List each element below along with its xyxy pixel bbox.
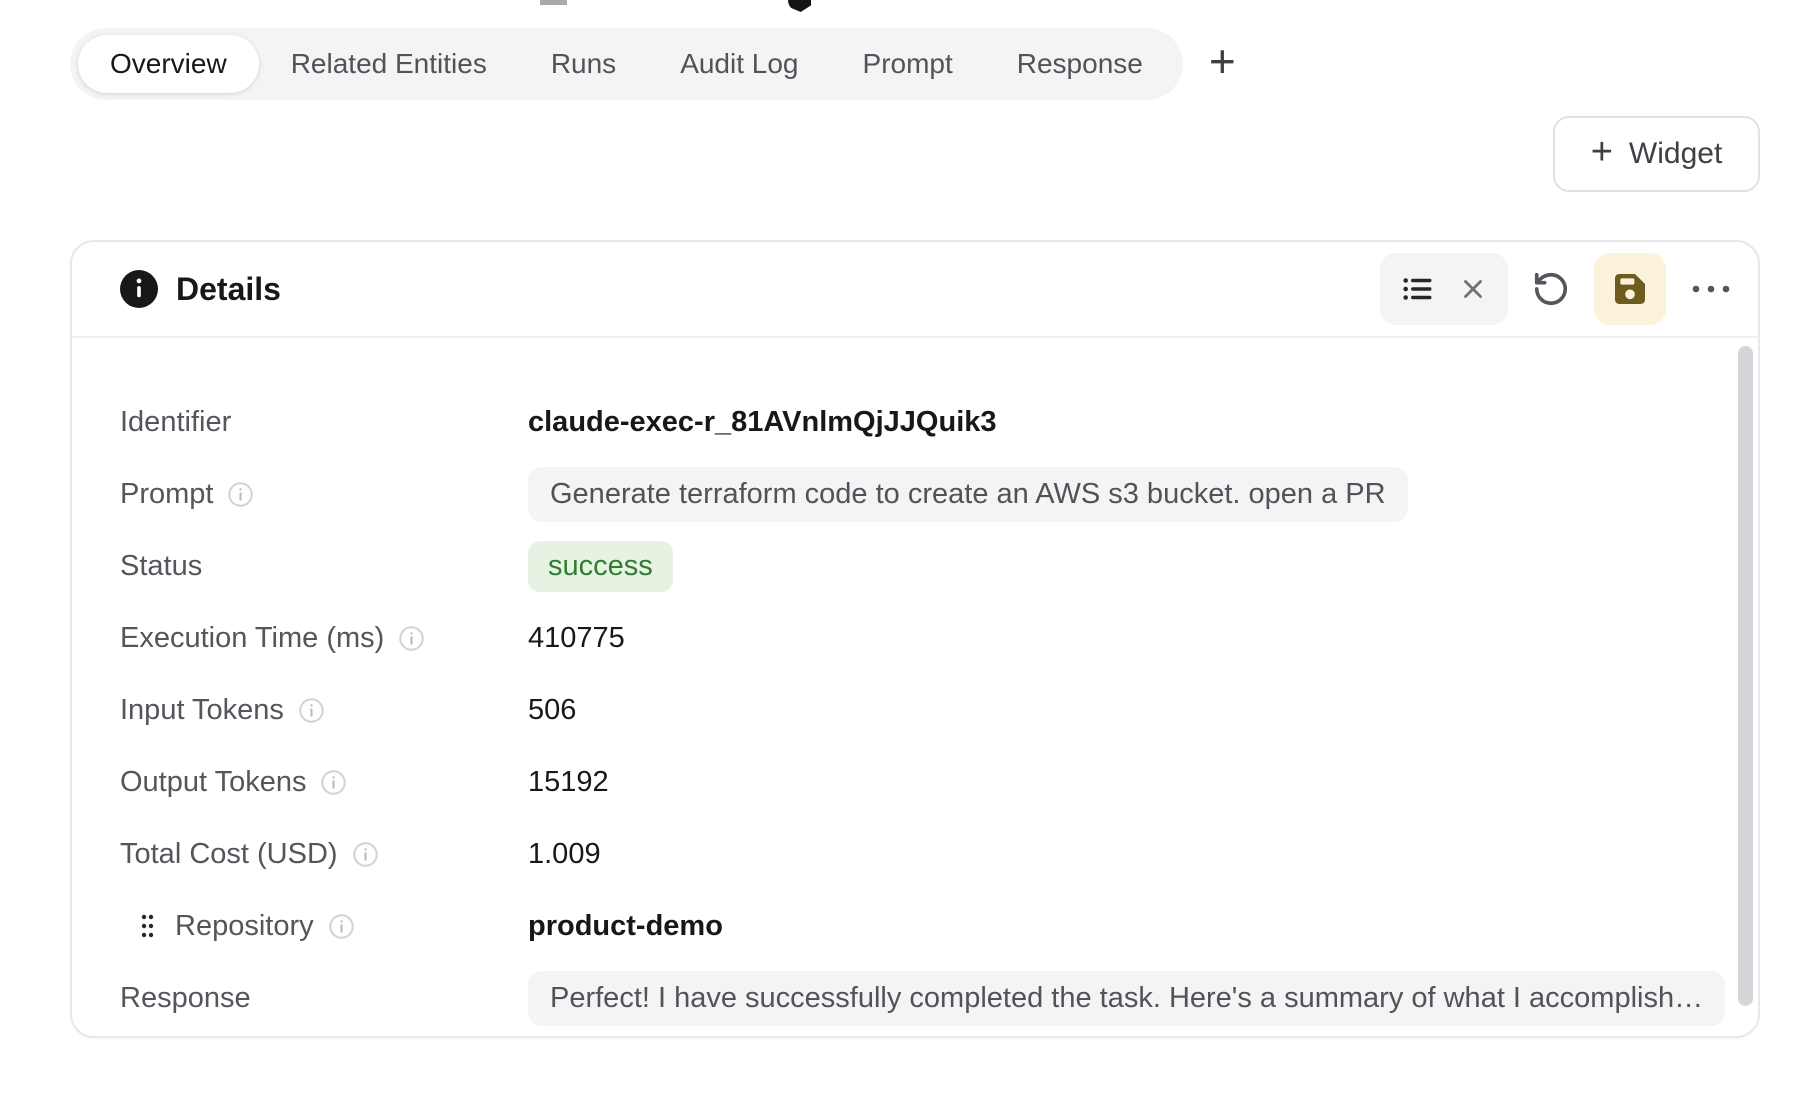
close-icon[interactable] bbox=[1458, 274, 1488, 304]
tab-audit-log[interactable]: Audit Log bbox=[648, 35, 830, 93]
add-tab-button[interactable]: + bbox=[1209, 38, 1236, 90]
info-tooltip-icon[interactable] bbox=[320, 769, 347, 796]
list-icon[interactable] bbox=[1400, 272, 1434, 306]
repository-value: product-demo bbox=[528, 910, 723, 943]
prompt-value: Generate terraform code to create an AWS… bbox=[528, 467, 1408, 522]
tab-bar: Overview Related Entities Runs Audit Log… bbox=[70, 28, 1183, 100]
plus-icon: + bbox=[1591, 133, 1613, 175]
field-label: Input Tokens bbox=[120, 694, 284, 727]
field-label: Output Tokens bbox=[120, 766, 306, 799]
drag-handle-icon[interactable] bbox=[140, 913, 155, 939]
info-tooltip-icon[interactable] bbox=[298, 697, 325, 724]
field-row-output-tokens: Output Tokens 15192 bbox=[120, 746, 1718, 818]
details-field-list: Identifier claude-exec-r_81AVnlmQjJJQuik… bbox=[72, 338, 1758, 1034]
field-row-total-cost: Total Cost (USD) 1.009 bbox=[120, 818, 1718, 890]
cropped-title-fragment bbox=[540, 0, 567, 5]
field-row-response: Response Perfect! I have successfully co… bbox=[120, 962, 1718, 1034]
field-row-execution-time: Execution Time (ms) 410775 bbox=[120, 602, 1718, 674]
undo-rotate-ccw-icon[interactable] bbox=[1532, 270, 1570, 308]
output-tokens-value: 15192 bbox=[528, 766, 609, 799]
field-label: Prompt bbox=[120, 478, 213, 511]
cropped-title-glyph-fragment bbox=[788, 0, 811, 12]
card-title: Details bbox=[176, 271, 281, 308]
input-tokens-value: 506 bbox=[528, 694, 576, 727]
save-floppy-icon bbox=[1610, 269, 1650, 309]
status-badge: success bbox=[528, 541, 673, 592]
details-card: Details bbox=[70, 240, 1760, 1038]
tab-response[interactable]: Response bbox=[985, 35, 1175, 93]
widget-button-label: Widget bbox=[1629, 137, 1722, 171]
scrollbar-thumb[interactable] bbox=[1738, 346, 1753, 1006]
field-label: Execution Time (ms) bbox=[120, 622, 384, 655]
field-row-input-tokens: Input Tokens 506 bbox=[120, 674, 1718, 746]
field-row-identifier: Identifier claude-exec-r_81AVnlmQjJJQuik… bbox=[120, 386, 1718, 458]
identifier-value: claude-exec-r_81AVnlmQjJJQuik3 bbox=[528, 406, 997, 439]
info-tooltip-icon[interactable] bbox=[352, 841, 379, 868]
field-label: Identifier bbox=[120, 406, 231, 439]
tab-prompt[interactable]: Prompt bbox=[831, 35, 985, 93]
field-label: Status bbox=[120, 550, 202, 583]
tab-runs[interactable]: Runs bbox=[519, 35, 648, 93]
save-button[interactable] bbox=[1594, 253, 1666, 325]
response-value: Perfect! I have successfully completed t… bbox=[528, 971, 1725, 1026]
add-widget-button[interactable]: + Widget bbox=[1553, 116, 1760, 192]
info-tooltip-icon[interactable] bbox=[328, 913, 355, 940]
field-label: Total Cost (USD) bbox=[120, 838, 338, 871]
page: Overview Related Entities Runs Audit Log… bbox=[0, 0, 1806, 1112]
ellipsis-icon[interactable] bbox=[1690, 283, 1732, 295]
info-tooltip-icon[interactable] bbox=[398, 625, 425, 652]
tab-bar-row: Overview Related Entities Runs Audit Log… bbox=[70, 28, 1236, 100]
execution-time-value: 410775 bbox=[528, 622, 625, 655]
total-cost-value: 1.009 bbox=[528, 838, 601, 871]
field-row-status: Status success bbox=[120, 530, 1718, 602]
details-card-header: Details bbox=[72, 242, 1758, 338]
field-label: Repository bbox=[175, 910, 314, 943]
tab-related-entities[interactable]: Related Entities bbox=[259, 35, 519, 93]
info-circle-icon bbox=[120, 270, 158, 308]
field-label: Response bbox=[120, 982, 251, 1015]
tab-overview[interactable]: Overview bbox=[78, 35, 259, 93]
info-tooltip-icon[interactable] bbox=[227, 481, 254, 508]
field-row-repository: Repository product-demo bbox=[120, 890, 1718, 962]
field-row-prompt: Prompt Generate terraform code to create… bbox=[120, 458, 1718, 530]
widget-header-icon-group bbox=[1380, 253, 1508, 325]
